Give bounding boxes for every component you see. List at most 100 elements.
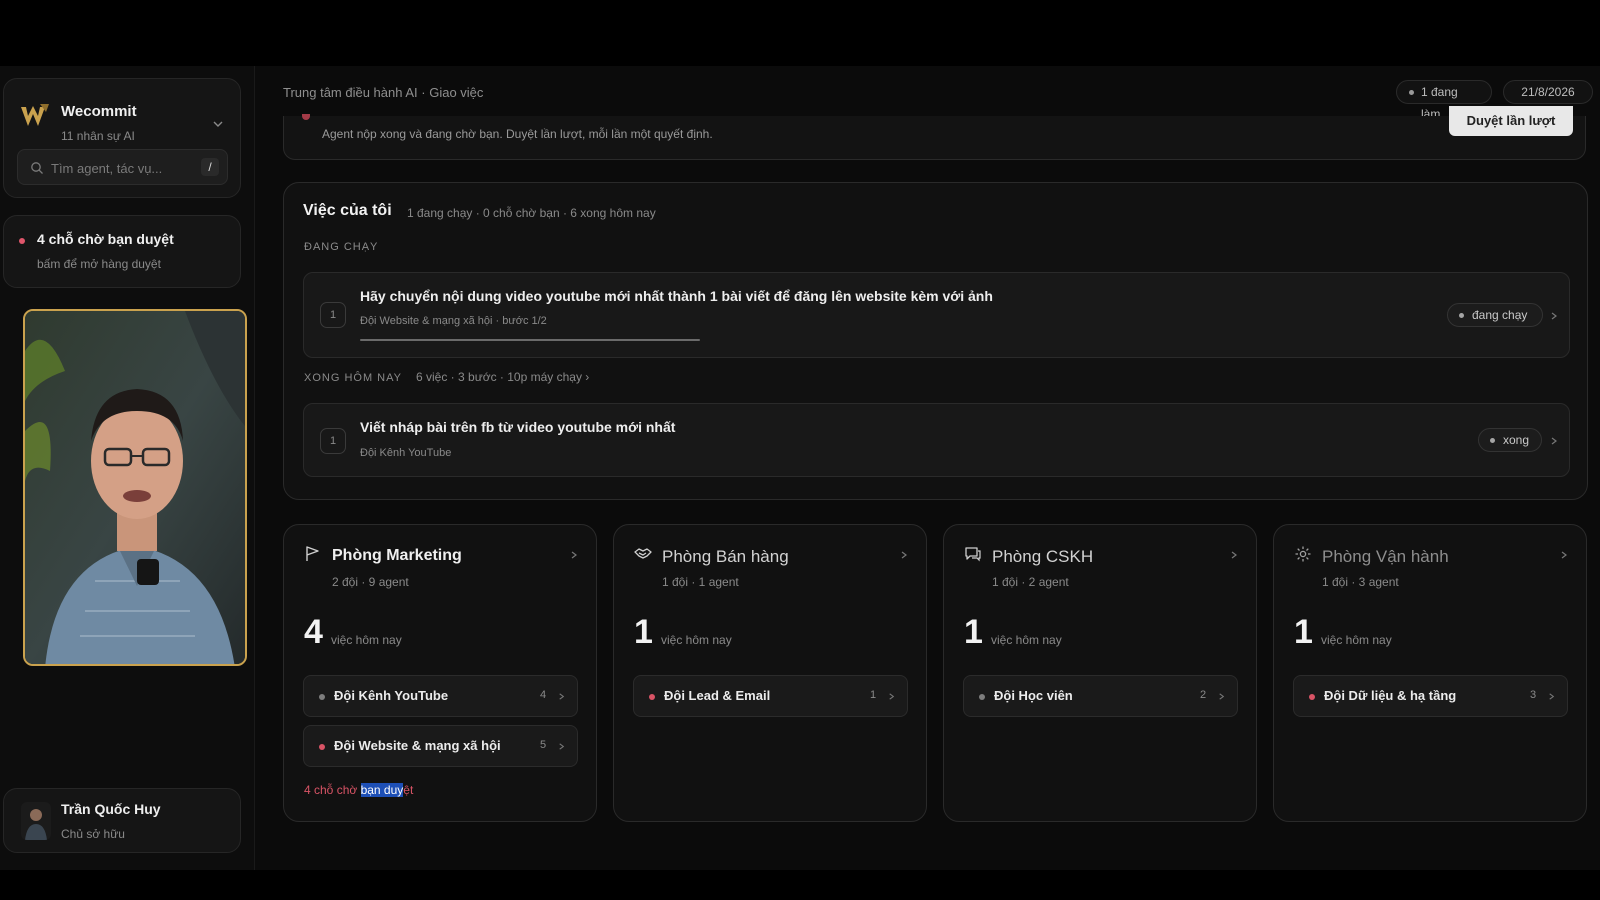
alert-dot-icon xyxy=(19,238,25,244)
search-input[interactable] xyxy=(51,158,191,178)
chevron-right-icon[interactable] xyxy=(569,550,579,560)
task-progress-bar xyxy=(360,339,700,341)
dept-card-operations[interactable]: Phòng Vận hành 1 đội · 3 agent 1 việc hô… xyxy=(1273,524,1587,822)
dept-name: Phòng CSKH xyxy=(992,547,1094,566)
dept-meta: 1 đội · 3 agent xyxy=(1322,575,1399,589)
team-status-dot-icon xyxy=(649,694,655,700)
dept-task-count-label: việc hôm nay xyxy=(991,633,1062,647)
dept-task-count-label: việc hôm nay xyxy=(331,633,402,647)
user-role: Chủ sở hữu xyxy=(61,827,125,841)
status-badge: đang chạy xyxy=(1447,303,1543,327)
app-window: Wecommit 11 nhân sự AI / 4 chỗ chờ bạn d… xyxy=(0,66,1600,870)
letterbox-top xyxy=(0,0,1600,66)
breadcrumb: Trung tâm điều hành AI · Giao việc xyxy=(283,85,484,100)
done-section-label: XONG HÔM NAY xyxy=(304,372,402,384)
chevron-right-icon xyxy=(559,693,565,700)
team-status-dot-icon xyxy=(1309,694,1315,700)
org-subtitle: 11 nhân sự AI xyxy=(61,129,135,143)
team-status-dot-icon xyxy=(979,694,985,700)
my-tasks-title: Việc của tôi xyxy=(303,202,392,219)
wecommit-logo-icon xyxy=(21,104,49,126)
status-badge: xong xyxy=(1478,428,1542,452)
done-summary[interactable]: 6 việc · 3 bước · 10p máy chạy › xyxy=(416,370,589,384)
dept-task-count: 4 xyxy=(304,613,323,651)
task-subtitle: Đội Kênh YouTube xyxy=(360,447,452,459)
sidebar: Wecommit 11 nhân sự AI / 4 chỗ chờ bạn d… xyxy=(0,66,255,870)
task-title: Hãy chuyển nội dung video youtube mới nh… xyxy=(360,288,993,304)
selected-text-highlight: bạn duy xyxy=(360,783,404,797)
user-profile-card[interactable]: Trần Quốc Huy Chủ sở hữu xyxy=(3,788,241,853)
chevron-right-icon[interactable] xyxy=(1549,436,1559,446)
dept-card-marketing[interactable]: Phòng Marketing 2 đội · 9 agent 4 việc h… xyxy=(283,524,597,822)
dept-pending-text: 4 chỗ chờ xyxy=(304,783,361,797)
user-name: Trần Quốc Huy xyxy=(61,801,161,817)
status-dot-icon xyxy=(1490,438,1495,443)
team-name: Đội Kênh YouTube xyxy=(334,688,449,703)
chevron-right-icon xyxy=(1549,693,1555,700)
team-name: Đội Lead & Email xyxy=(664,688,771,703)
dept-name: Phòng Marketing xyxy=(332,547,462,564)
running-section-label: ĐANG CHẠY xyxy=(304,241,379,253)
my-tasks-summary: 1 đang chạy · 0 chỗ chờ bạn · 6 xong hôm… xyxy=(407,206,656,220)
team-status-dot-icon xyxy=(319,744,325,750)
gear-icon xyxy=(1295,546,1311,562)
dept-pending-link[interactable]: 4 chỗ chờ bạn duyệt xyxy=(304,783,413,797)
org-name: Wecommit xyxy=(61,103,137,120)
done-task-row[interactable]: 1 Viết nháp bài trên fb từ video youtube… xyxy=(303,403,1570,477)
dept-name: Phòng Bán hàng xyxy=(662,547,789,566)
team-row[interactable]: Đội Dữ liệu & hạ tầng 3 xyxy=(1293,675,1568,717)
task-progress-fill xyxy=(360,339,700,341)
chevron-right-icon[interactable] xyxy=(1559,550,1569,560)
task-index: 1 xyxy=(320,302,346,328)
team-row[interactable]: Đội Lead & Email 1 xyxy=(633,675,908,717)
team-name: Đội Website & mạng xã hội xyxy=(334,738,501,753)
chat-icon xyxy=(965,547,981,562)
dept-pending-text-end: ệt xyxy=(403,783,414,797)
dept-meta: 2 đội · 9 agent xyxy=(332,575,409,589)
pending-approvals-hint: bấm để mở hàng duyệt xyxy=(37,257,161,271)
chevron-right-icon[interactable] xyxy=(1229,550,1239,560)
status-label: xong xyxy=(1503,433,1530,447)
team-agent-count: 5 xyxy=(540,739,547,751)
search-shortcut-key: / xyxy=(201,158,219,176)
presenter-image xyxy=(25,311,245,664)
running-task-row[interactable]: 1 Hãy chuyển nội dung video youtube mới … xyxy=(303,272,1570,358)
team-row[interactable]: Đội Website & mạng xã hội 5 xyxy=(303,725,578,767)
working-status-pill[interactable]: 1 đang làm xyxy=(1396,80,1492,121)
chevron-right-icon xyxy=(559,743,565,750)
flag-icon xyxy=(306,546,319,561)
team-row[interactable]: Đội Học viên 2 xyxy=(963,675,1238,717)
handshake-icon xyxy=(634,548,652,559)
status-dot-icon xyxy=(1409,90,1414,95)
chevron-right-icon xyxy=(889,693,895,700)
team-row[interactable]: Đội Kênh YouTube 4 xyxy=(303,675,578,717)
review-sequential-button[interactable]: Duyệt lần lượt xyxy=(1449,106,1573,136)
dept-task-count: 1 xyxy=(964,613,983,651)
dept-task-count-label: việc hôm nay xyxy=(661,633,732,647)
dept-meta: 1 đội · 2 agent xyxy=(992,575,1069,589)
dept-task-count: 1 xyxy=(1294,613,1313,651)
dept-card-sales[interactable]: Phòng Bán hàng 1 đội · 1 agent 1 việc hô… xyxy=(613,524,927,822)
dept-card-customer-service[interactable]: Phòng CSKH 1 đội · 2 agent 1 việc hôm na… xyxy=(943,524,1257,822)
dept-task-count-label: việc hôm nay xyxy=(1321,633,1392,647)
chevron-down-icon[interactable] xyxy=(211,117,225,131)
dept-name: Phòng Vận hành xyxy=(1322,547,1449,566)
team-status-dot-icon xyxy=(319,694,325,700)
letterbox-bottom xyxy=(0,870,1600,900)
task-title: Viết nháp bài trên fb từ video youtube m… xyxy=(360,419,676,435)
dept-meta: 1 đội · 1 agent xyxy=(662,575,739,589)
alert-marker-icon xyxy=(302,114,310,120)
search-icon xyxy=(31,162,43,174)
chevron-right-icon[interactable] xyxy=(1549,311,1559,321)
team-agent-count: 2 xyxy=(1200,689,1207,701)
chevron-right-icon[interactable] xyxy=(899,550,909,560)
dept-task-count: 1 xyxy=(634,613,653,651)
my-tasks-panel: Việc của tôi 1 đang chạy · 0 chỗ chờ bạn… xyxy=(283,182,1588,500)
search-box[interactable]: / xyxy=(17,149,228,185)
pending-approvals-card[interactable]: 4 chỗ chờ bạn duyệt bấm để mở hàng duyệt xyxy=(3,215,241,288)
team-agent-count: 4 xyxy=(540,689,547,701)
presenter-video-overlay xyxy=(23,309,247,666)
team-agent-count: 3 xyxy=(1530,689,1537,701)
org-switcher[interactable]: Wecommit 11 nhân sự AI / xyxy=(3,78,241,198)
team-name: Đội Dữ liệu & hạ tầng xyxy=(1324,688,1457,703)
